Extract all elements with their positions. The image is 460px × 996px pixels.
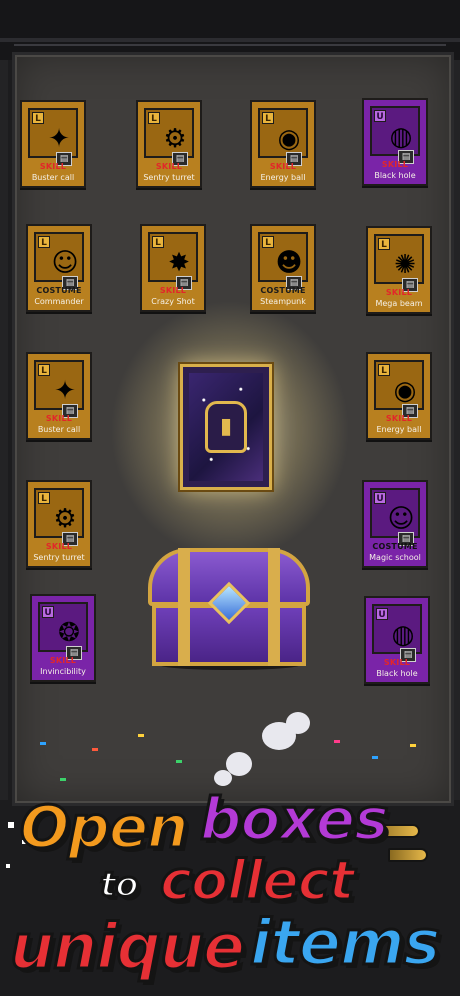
item-type: SKILL	[45, 542, 73, 551]
slogan-banner: Open boxes to collect unique items	[0, 768, 460, 996]
item-art-icon: ✦	[48, 124, 70, 154]
item-card[interactable]: L ✸ ▤ SKILL Crazy Shot	[140, 224, 206, 312]
item-type: SKILL	[45, 414, 73, 423]
item-name: Buster call	[37, 425, 81, 434]
item-name: Sentry turret	[33, 553, 85, 562]
confetti	[138, 734, 144, 737]
chest-band-right	[268, 548, 280, 666]
confetti	[410, 744, 416, 747]
top-frame	[0, 0, 460, 60]
item-card[interactable]: L ✦ ▤ SKILL Buster call	[20, 100, 86, 188]
slogan-to: to	[99, 865, 141, 905]
item-type: SKILL	[269, 162, 297, 171]
item-type: SKILL	[383, 658, 411, 667]
item-name: Crazy Shot	[151, 297, 195, 306]
slogan-boxes: boxes	[199, 785, 391, 853]
item-type: COSTUME	[372, 542, 418, 551]
item-art-icon: ◍	[391, 620, 415, 650]
item-card[interactable]: L ☺ ▤ COSTUME Commander	[26, 224, 92, 312]
item-art-icon: ◍	[389, 122, 413, 152]
item-portrait: L ☻ ▤	[258, 232, 308, 290]
item-name: Sentry turret	[143, 173, 195, 182]
smoke-puff	[286, 712, 310, 734]
item-portrait: U ❂ ▤	[38, 602, 88, 660]
confetti	[372, 756, 378, 759]
confetti	[334, 740, 340, 743]
item-card[interactable]: U ◍ ▤ SKILL Black hole	[362, 98, 428, 186]
item-art-icon: ❂	[58, 618, 80, 648]
item-name: Black hole	[376, 669, 418, 678]
confetti	[92, 748, 98, 751]
item-art-icon: ☺	[387, 504, 415, 534]
confetti	[176, 760, 182, 763]
slogan-open: Open	[18, 793, 189, 861]
item-portrait: L ◉ ▤	[374, 360, 424, 418]
item-portrait: L ◉ ▤	[258, 108, 308, 166]
item-portrait: L ✦ ▤	[28, 108, 78, 166]
item-art-icon: ☻	[275, 248, 303, 278]
item-name: Invincibility	[40, 667, 86, 676]
item-card[interactable]: U ☺ ▤ COSTUME Magic school	[362, 480, 428, 568]
item-portrait: L ☺ ▤	[34, 232, 84, 290]
item-card[interactable]: L ✺ ▤ SKILL Mega beam	[366, 226, 432, 314]
item-art-icon: ☺	[51, 248, 79, 278]
item-card[interactable]: L ✦ ▤ SKILL Buster call	[26, 352, 92, 440]
item-art-icon: ⚙	[163, 124, 187, 154]
item-type: COSTUME	[36, 286, 82, 295]
confetti	[40, 742, 46, 745]
slogan-items: items	[248, 906, 441, 979]
item-name: Magic school	[369, 553, 421, 562]
item-type: COSTUME	[260, 286, 306, 295]
item-name: Energy ball	[260, 173, 306, 182]
item-card[interactable]: L ◉ ▤ SKILL Energy ball	[366, 352, 432, 440]
item-type: SKILL	[385, 414, 413, 423]
treasure-chest[interactable]	[148, 548, 310, 670]
slogan-collect: collect	[159, 849, 357, 912]
item-card[interactable]: L ☻ ▤ COSTUME Steampunk	[250, 224, 316, 312]
item-portrait: L ✺ ▤	[374, 234, 424, 292]
item-art-icon: ✦	[54, 376, 76, 406]
item-portrait: L ✸ ▤	[148, 232, 198, 290]
item-type: SKILL	[381, 160, 409, 169]
item-type: SKILL	[385, 288, 413, 297]
item-portrait: L ✦ ▤	[34, 360, 84, 418]
slogan-unique: unique	[8, 910, 246, 983]
item-art-icon: ◉	[393, 376, 417, 406]
item-type: SKILL	[155, 162, 183, 171]
item-name: Commander	[34, 297, 84, 306]
item-name: Mega beam	[375, 299, 423, 308]
bullet-icon	[388, 848, 428, 862]
item-type: SKILL	[159, 286, 187, 295]
item-card[interactable]: L ⚙ ▤ SKILL Sentry turret	[26, 480, 92, 568]
item-art-icon: ◉	[277, 124, 301, 154]
item-art-icon: ✸	[168, 248, 190, 278]
item-portrait: U ◍ ▤	[372, 604, 422, 662]
chest-band-left	[178, 548, 190, 666]
top-rail	[0, 38, 460, 42]
item-card[interactable]: U ◍ ▤ SKILL Black hole	[364, 596, 430, 684]
item-name: Steampunk	[260, 297, 306, 306]
sparkle	[6, 864, 10, 868]
item-card[interactable]: U ❂ ▤ SKILL Invincibility	[30, 594, 96, 682]
item-type: SKILL	[49, 656, 77, 665]
sparkle	[8, 822, 14, 828]
item-art-icon: ⚙	[53, 504, 77, 534]
item-portrait: L ⚙ ▤	[144, 108, 194, 166]
item-type: SKILL	[39, 162, 67, 171]
item-portrait: U ◍ ▤	[370, 106, 420, 164]
mystery-card[interactable]: ▮	[180, 364, 272, 490]
item-art-icon: ✺	[394, 250, 416, 280]
top-rail-inner	[14, 44, 446, 46]
item-name: Energy ball	[376, 425, 422, 434]
item-card[interactable]: L ◉ ▤ SKILL Energy ball	[250, 100, 316, 188]
card-emblem-icon: ▮	[205, 401, 247, 453]
item-portrait: L ⚙ ▤	[34, 488, 84, 546]
item-portrait: U ☺ ▤	[370, 488, 420, 546]
left-rail	[0, 60, 8, 800]
item-card[interactable]: L ⚙ ▤ SKILL Sentry turret	[136, 100, 202, 188]
item-name: Buster call	[31, 173, 75, 182]
item-name: Black hole	[374, 171, 416, 180]
